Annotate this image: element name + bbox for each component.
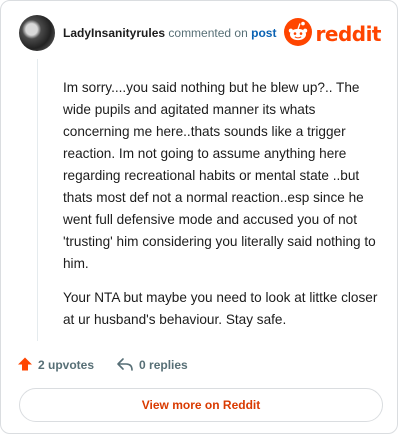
avatar[interactable] [19, 15, 55, 51]
comment-header: LadyInsanityrules commented on post redd… [19, 15, 383, 55]
upvote-button[interactable]: 2 upvotes [17, 356, 94, 375]
embedded-comment-card: LadyInsanityrules commented on post redd… [0, 0, 398, 434]
reddit-brand[interactable]: reddit [283, 17, 382, 47]
comment-body: Im sorry....you said nothing but he blew… [63, 77, 379, 343]
view-more-on-reddit-button[interactable]: View more on Reddit [19, 388, 383, 422]
upvotes-count: 2 upvotes [38, 358, 95, 372]
comment-paragraph: Im sorry....you said nothing but he blew… [63, 80, 376, 271]
commented-text: commented on [168, 26, 248, 40]
comment-actions: 2 upvotes 0 replies [17, 355, 188, 375]
post-link[interactable]: post [251, 26, 276, 40]
thread-line [37, 59, 38, 341]
username-link[interactable]: LadyInsanityrules [63, 26, 165, 40]
reddit-wordmark: reddit [315, 22, 382, 46]
reddit-logo-icon [283, 17, 312, 51]
comment-meta: LadyInsanityrules commented on post [63, 26, 276, 40]
replies-count: 0 replies [139, 358, 188, 372]
reply-icon [116, 356, 134, 375]
replies-button[interactable]: 0 replies [116, 356, 188, 375]
comment-paragraph: Your NTA but maybe you need to look at l… [63, 290, 378, 327]
upvote-arrow-icon [17, 356, 33, 375]
